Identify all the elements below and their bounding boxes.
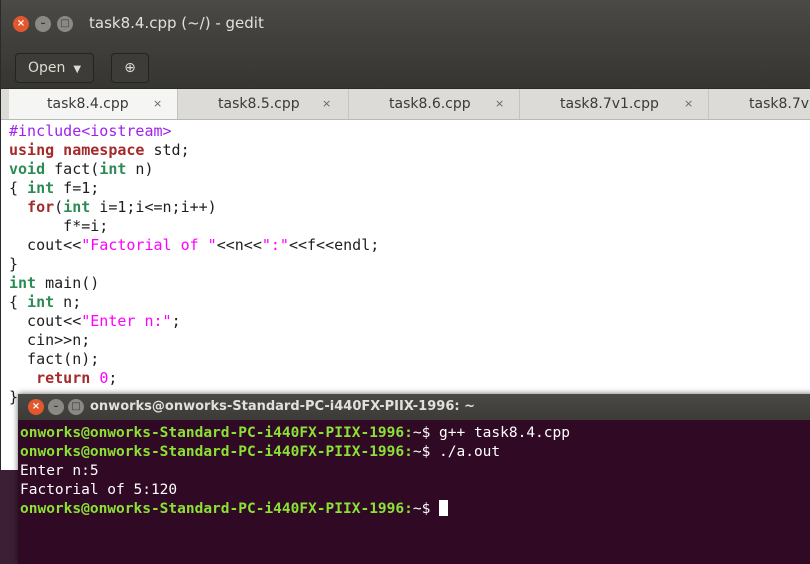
tab-label: task8.4.cpp [47,96,129,112]
code-line: { int n; [9,293,82,311]
tab-label: task8.6.cpp [389,96,471,112]
code-line: f*=i; [9,217,109,235]
new-document-button[interactable]: ⊕ [111,53,149,83]
code-line: cin>>n; [9,331,91,349]
code-line: { int f=1; [9,179,100,197]
terminal-output[interactable]: onworks@onworks-Standard-PC-i440FX-PIIX-… [20,424,810,519]
tab-label: task8.5.cpp [218,96,300,112]
terminal-line: Enter n:5 [20,463,99,479]
terminal-title: onworks@onworks-Standard-PC-i440FX-PIIX-… [90,399,475,414]
tab-task8-4[interactable]: task8.4.cpp × [9,89,178,119]
chevron-down-icon: ▼ [73,64,82,75]
close-window-icon[interactable]: × [28,399,44,415]
tab-close-icon[interactable]: × [684,89,693,119]
minimize-window-icon[interactable]: – [48,399,64,415]
code-line: for(int i=1;i<=n;i++) [27,198,217,216]
new-document-icon: ⊕ [124,60,136,76]
terminal-window[interactable]: × – □ onworks@onworks-Standard-PC-i440FX… [18,394,810,564]
tab-task8-5[interactable]: task8.5.cpp × [178,89,349,119]
code-line: using namespace std; [9,141,190,159]
minimize-window-icon[interactable]: – [35,16,51,32]
terminal-line: onworks@onworks-Standard-PC-i440FX-PIIX-… [20,425,570,441]
gedit-toolbar: Open ▼ ⊕ [1,48,810,89]
code-line: return 0; [36,369,118,387]
code-line: cout<<"Factorial of "<<n<<":"<<f<<endl; [9,236,380,254]
open-button-label: Open [28,60,66,76]
close-window-icon[interactable]: × [13,16,29,32]
code-line: void fact(int n) [9,160,154,178]
code-line: cout<<"Enter n:"; [9,312,181,330]
maximize-window-icon[interactable]: □ [68,399,84,415]
text-cursor [439,500,449,516]
code-line: #include<iostream> [9,122,172,140]
terminal-titlebar[interactable]: × – □ onworks@onworks-Standard-PC-i440FX… [18,394,810,420]
code-line: } [9,255,19,273]
tab-task8-7v1[interactable]: task8.7v1.cpp × [520,89,709,119]
tab-label: task8.7v [749,96,810,112]
document-tabbar: task8.4.cpp × task8.5.cpp × task8.6.cpp … [1,89,810,120]
tab-task8-6[interactable]: task8.6.cpp × [349,89,520,119]
tab-close-icon[interactable]: × [322,89,331,119]
terminal-line: Factorial of 5:120 [20,482,178,498]
gedit-titlebar[interactable]: × – □ task8.4.cpp (~/) - gedit [1,0,810,48]
tab-task8-7v[interactable]: task8.7v [709,89,810,119]
open-button[interactable]: Open ▼ [15,53,95,83]
maximize-window-icon[interactable]: □ [57,16,73,32]
tab-label: task8.7v1.cpp [560,96,659,112]
tab-close-icon[interactable]: × [495,89,504,119]
code-line: fact(n); [9,350,100,368]
tab-close-icon[interactable]: × [153,89,162,119]
code-line: } [9,388,19,406]
terminal-line: onworks@onworks-Standard-PC-i440FX-PIIX-… [20,444,501,460]
window-title: task8.4.cpp (~/) - gedit [89,14,264,32]
terminal-line: onworks@onworks-Standard-PC-i440FX-PIIX-… [20,500,810,519]
code-line: int main() [9,274,100,292]
